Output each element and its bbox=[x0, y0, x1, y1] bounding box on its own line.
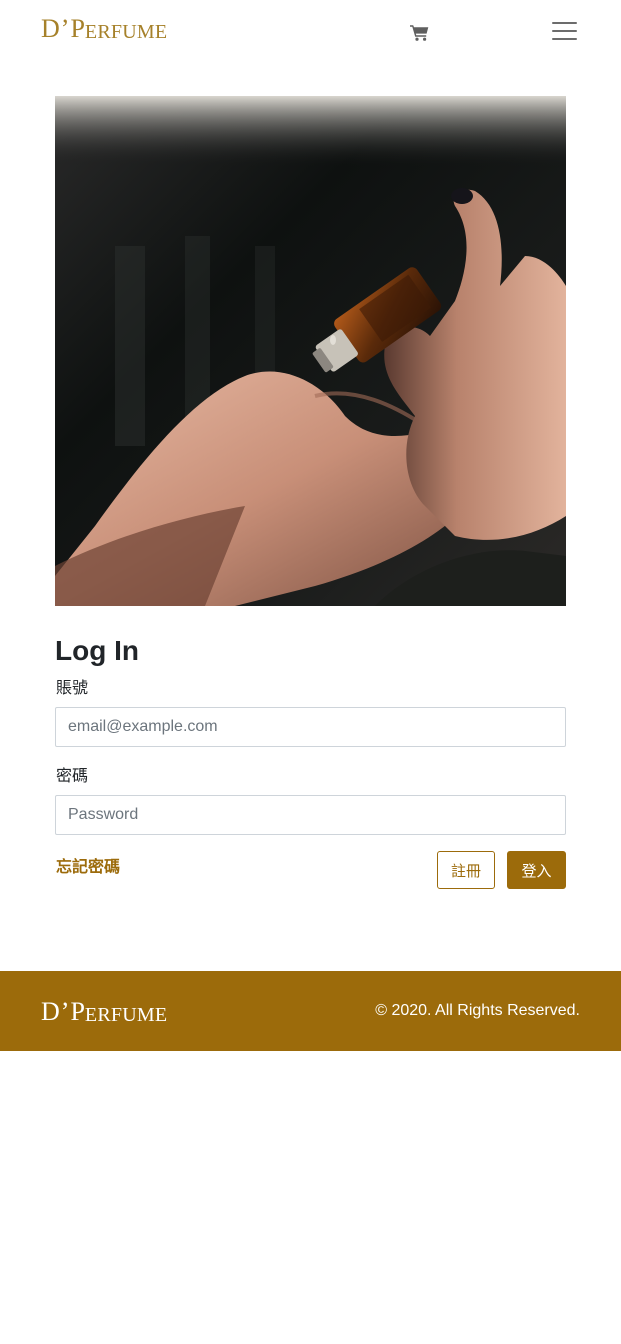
menu-bar-bottom bbox=[552, 38, 577, 40]
footer-logo-apostrophe: ’ bbox=[60, 997, 70, 1026]
footer-logo-letter-p: P bbox=[70, 997, 85, 1026]
register-button[interactable]: 註冊 bbox=[437, 851, 495, 889]
copyright-text: © 2020. All Rights Reserved. bbox=[375, 1002, 580, 1019]
footer-logo-letter-d: D bbox=[41, 997, 60, 1026]
login-title: Log In bbox=[55, 635, 139, 666]
account-label: 賬號 bbox=[56, 678, 89, 697]
navbar: D ’ P ERFUME bbox=[0, 0, 621, 62]
footer: D ’ P ERFUME © 2020. All Rights Reserved… bbox=[0, 971, 621, 1051]
logo-apostrophe: ’ bbox=[60, 14, 70, 43]
logo-letter-d: D bbox=[41, 14, 60, 43]
hero-image bbox=[55, 96, 566, 606]
footer-logo-rest: ERFUME bbox=[84, 1004, 168, 1026]
shopping-cart-icon[interactable] bbox=[410, 24, 429, 41]
brand-logo[interactable]: D ’ P ERFUME bbox=[41, 12, 168, 43]
logo-rest: ERFUME bbox=[84, 21, 168, 43]
login-button[interactable]: 登入 bbox=[507, 851, 566, 889]
password-field[interactable] bbox=[55, 795, 566, 835]
hamburger-menu-icon[interactable] bbox=[552, 20, 578, 42]
menu-bar-middle bbox=[552, 30, 577, 32]
password-label: 密碼 bbox=[56, 766, 89, 785]
forgot-password-link[interactable]: 忘記密碼 bbox=[56, 853, 120, 877]
logo-letter-p: P bbox=[70, 14, 85, 43]
menu-bar-top bbox=[552, 22, 577, 24]
footer-brand-logo[interactable]: D ’ P ERFUME bbox=[41, 995, 168, 1026]
email-field[interactable] bbox=[55, 707, 566, 747]
